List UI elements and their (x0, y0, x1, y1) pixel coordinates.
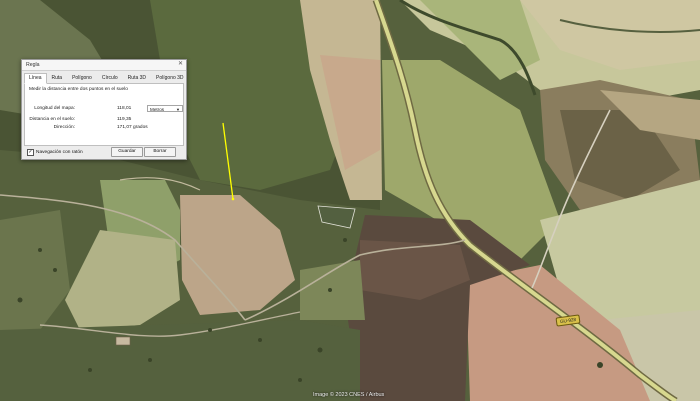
tab-3d-path[interactable]: Ruta 3D (123, 73, 151, 83)
tab-path[interactable]: Ruta (47, 73, 68, 83)
dialog-title-bar[interactable]: Regla ✕ (22, 60, 186, 71)
close-icon[interactable]: ✕ (177, 61, 184, 68)
measure-description: Medir la distancia entre dos puntos en e… (29, 87, 128, 92)
checkmark-icon[interactable]: ✓ (27, 149, 34, 156)
imagery-attribution: Image © 2023 CNES / Airbus (313, 392, 385, 398)
mouse-navigation-label: Navegación con ratón (36, 150, 83, 155)
tab-3d-polygon[interactable]: Polígono 3D (151, 73, 189, 83)
ground-length-value: 119,35 (117, 117, 132, 122)
heading-label: Dirección: (53, 125, 75, 130)
chevron-down-icon: ▼ (176, 107, 180, 112)
mouse-navigation-checkbox[interactable]: ✓ Navegación con ratón (27, 149, 83, 156)
tab-circle[interactable]: Círculo (97, 73, 123, 83)
clear-button[interactable]: Borrar (144, 147, 176, 157)
ground-length-label: Distancia en el suelo: (29, 117, 75, 122)
save-button[interactable]: Guardar (111, 147, 143, 157)
dialog-footer: ✓ Navegación con ratón Guardar Borrar (24, 146, 184, 157)
heading-value: 171,07 grados (117, 125, 148, 130)
tab-line[interactable]: Línea (24, 73, 47, 84)
units-selected-value: Metros (150, 107, 165, 112)
units-select[interactable]: Metros ▼ (147, 105, 183, 112)
ruler-dialog[interactable]: Regla ✕ Línea Ruta Polígono Círculo Ruta… (21, 59, 187, 160)
dialog-title: Regla (26, 62, 40, 68)
line-tab-panel: Medir la distancia entre dos puntos en e… (24, 84, 184, 146)
ruler-tabs: Línea Ruta Polígono Círculo Ruta 3D Polí… (24, 73, 184, 84)
map-length-label: Longitud del mapa: (34, 106, 75, 111)
tab-polygon[interactable]: Polígono (67, 73, 97, 83)
map-length-value: 118,01 (117, 106, 132, 111)
